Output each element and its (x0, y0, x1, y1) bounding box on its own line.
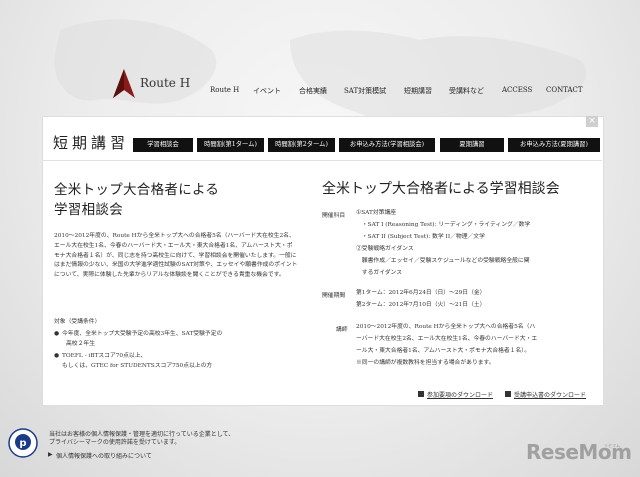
privacy-statement-line1: 当社はお客様の個人情報保護・管理を適切に行っている企業として、 (49, 431, 235, 438)
lecturer-label: 講師 (336, 327, 348, 333)
nav-item-route-h[interactable]: Route H (210, 86, 239, 94)
lecturer-line-2: ーバード大在校生2名、エール大在校生1名、今春のハーバード大・エ (356, 336, 538, 342)
nav-item-contact[interactable]: CONTACT (546, 86, 583, 94)
right-heading: 全米トップ大合格者による学習相談会 (322, 181, 560, 197)
download-icon (505, 391, 511, 397)
content-line-3: ・SAT II (Subject Test): 数学 II／物理／文学 (356, 234, 485, 240)
guide-download-link[interactable]: 参加要項のダウンロード (427, 390, 493, 399)
left-heading-line1: 全米トップ大合格者による (54, 182, 220, 198)
privacy-statement: 当社はお客様の個人情報保護・管理を適切に行っている企業として、 プライバシーマー… (49, 431, 234, 447)
panel-divider (42, 160, 602, 161)
tab-consultation[interactable]: 学習相談会 (133, 138, 193, 152)
content-line-4: ②受験戦略ガイダンス (356, 246, 414, 252)
period-line-1: 第1ターム：2012年6月24日（日）〜29日（金） (356, 290, 486, 296)
left-heading-line2: 学習相談会 (54, 202, 123, 218)
application-download-link[interactable]: 受講申込書のダウンロード (514, 390, 586, 399)
content-label: 開催科目 (322, 213, 346, 219)
condition-1-line2: 高校２年生 (66, 341, 95, 347)
privacy-link-arrow-icon: ▶ (48, 451, 53, 458)
close-button[interactable]: × (586, 116, 598, 127)
svg-text:p: p (19, 438, 26, 449)
target-label: 対象（受講条件） (54, 319, 101, 325)
tab-schedule-term2[interactable]: 時間割(第2ターム) (268, 138, 335, 152)
resemom-watermark-sub: リセマム (604, 443, 620, 448)
period-line-2: 第2ターム：2012年7月10日（火）〜21日（土） (356, 302, 486, 308)
content-line-1: ①SAT対策講座 (356, 210, 397, 216)
route-h-logo[interactable]: Route H (112, 68, 202, 100)
panel-title: 短期講習 (53, 134, 130, 152)
privacy-mark-icon: p (8, 428, 38, 458)
nav-item-fees[interactable]: 受講料など (449, 86, 484, 96)
content-line-5: 願書作成／エッセイ／受験スケジュールなどの受験戦略全般に関 (356, 258, 530, 264)
download-icon (418, 391, 424, 397)
period-label: 開催期間 (322, 293, 346, 299)
condition-2-line2: もしくは、GTEC for STUDENTSスコア750点以上の方 (62, 363, 213, 369)
nav-item-sat-mock[interactable]: SAT対策模試 (344, 86, 386, 96)
condition-2-line1: TOEFL - iBTスコア70点以上、 (62, 353, 147, 359)
nav-item-access[interactable]: ACCESS (502, 86, 532, 94)
nav-item-results[interactable]: 合格実績 (299, 86, 327, 96)
lecturer-line-4: ※同一の講師が複数教科を担当する場合があります。 (356, 360, 495, 366)
tab-apply-summer[interactable]: お申込み方法(夏期講習) (508, 138, 600, 152)
content-line-2: ・SAT I (Reasoning Test): リーディング・ライティング／数… (356, 222, 531, 228)
nav-item-event[interactable]: イベント (253, 86, 281, 96)
lecturer-line-3: ール大・東大合格者1名、アムハースト大・ポモナ大合格者１名）。 (356, 348, 530, 354)
condition-1-line1: 今年度、全米トップ大受験予定の高校3年生、SAT受験予定の (62, 331, 223, 337)
tab-schedule-term1[interactable]: 時間割(第1ターム) (197, 138, 264, 152)
lecturer-line-1: 2010〜2012年度の、Route Hから全米トップ大への合格者5名（ハ (356, 324, 536, 330)
privacy-statement-line2: プライバシーマークの使用許諾を受けています。 (49, 439, 181, 446)
tab-apply-consultation[interactable]: お申込み方法(学習相談会) (339, 138, 435, 152)
nav-item-short-course[interactable]: 短期講習 (404, 86, 432, 96)
left-description: 2010〜2012年度の、Route Hから全米トップ大への合格者5名（ハーバー… (54, 233, 298, 279)
privacy-policy-link[interactable]: 個人情報保護への取り組みについて (56, 451, 152, 460)
tab-summer-course[interactable]: 夏期講習 (440, 138, 504, 152)
content-line-6: するガイダンス (356, 270, 403, 276)
brand-name: Route H (140, 76, 191, 90)
route-h-logo-mark-icon (113, 69, 135, 98)
